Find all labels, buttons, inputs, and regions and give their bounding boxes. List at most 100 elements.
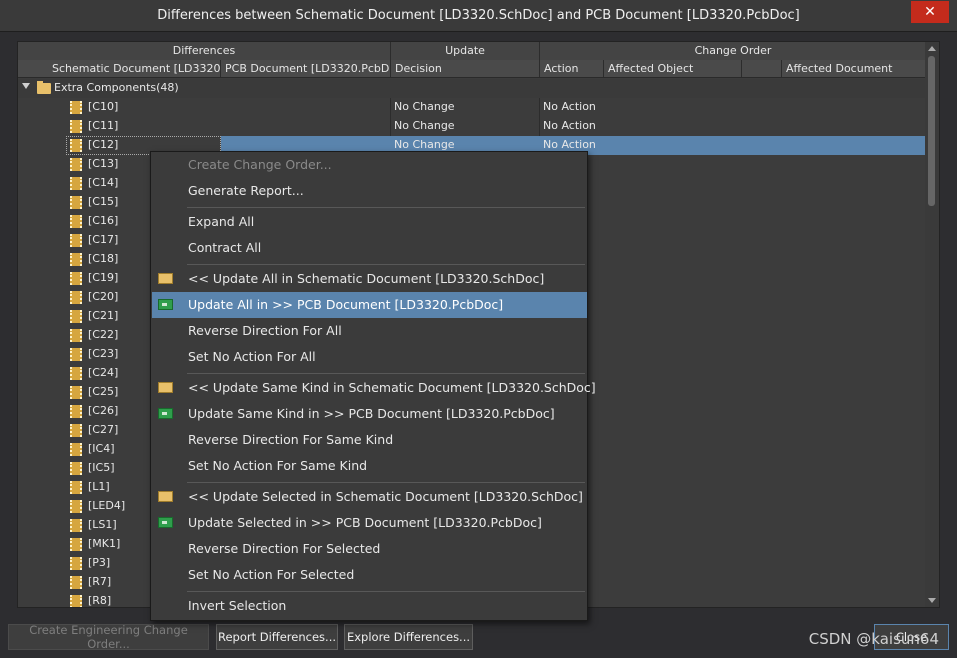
component-name: [LED4] [88, 499, 126, 512]
decision-cell[interactable]: No Change [394, 119, 455, 132]
column-pcb-document[interactable]: PCB Document [LD3320.PcbDoc] [221, 60, 391, 77]
action-cell: No Action [543, 119, 596, 132]
component-icon [70, 443, 82, 456]
report-differences-button[interactable]: Report Differences... [216, 624, 338, 650]
table-row[interactable]: [C10] No Change No Action [18, 98, 926, 117]
component-icon [70, 405, 82, 418]
menu-item-expand-all[interactable]: Expand All [152, 209, 587, 235]
component-icon [70, 234, 82, 247]
table-row[interactable]: [C11] No Change No Action [18, 117, 926, 136]
component-name: [C11] [88, 119, 119, 132]
collapse-triangle-icon[interactable] [22, 83, 30, 89]
header-row-sub: Schematic Document [LD3320.... PCB Docum… [18, 60, 926, 78]
menu-item-contract-all[interactable]: Contract All [152, 235, 587, 261]
menu-item-update-all-schematic[interactable]: << Update All in Schematic Document [LD3… [152, 266, 587, 292]
menu-item-update-same-kind-schematic[interactable]: << Update Same Kind in Schematic Documen… [152, 375, 596, 401]
scroll-up-icon[interactable] [928, 46, 936, 51]
header-update: Update [391, 42, 540, 60]
component-name: [MK1] [88, 537, 121, 550]
menu-item-no-action-selected[interactable]: Set No Action For Selected [152, 562, 587, 588]
create-eco-button[interactable]: Create Engineering Change Order... [8, 623, 209, 651]
explore-differences-button[interactable]: Explore Differences... [344, 624, 473, 650]
component-name: [C17] [88, 233, 119, 246]
close-window-icon[interactable]: ✕ [911, 1, 949, 23]
component-icon [70, 538, 82, 551]
dialog-title: Differences between Schematic Document [… [157, 8, 800, 23]
header-differences: Differences [18, 42, 391, 60]
component-name: [IC4] [88, 442, 115, 455]
column-action[interactable]: Action [540, 60, 604, 77]
menu-item-reverse-direction-all[interactable]: Reverse Direction For All [152, 318, 587, 344]
menu-item-label: Update All in >> PCB Document [LD3320.Pc… [188, 297, 504, 312]
scrollbar-thumb[interactable] [928, 56, 935, 206]
menu-item-invert-selection[interactable]: Invert Selection [152, 593, 587, 619]
decision-cell[interactable]: No Change [394, 100, 455, 113]
component-name: [C24] [88, 366, 119, 379]
menu-separator [187, 591, 585, 592]
menu-item-update-selected-pcb[interactable]: Update Selected in >> PCB Document [LD33… [152, 510, 587, 536]
header-change-order: Change Order [694, 44, 772, 57]
component-name: [IC5] [88, 461, 115, 474]
component-name: [C12] [88, 138, 119, 151]
menu-item-reverse-direction-selected[interactable]: Reverse Direction For Selected [152, 536, 587, 562]
component-icon [70, 291, 82, 304]
component-icon [70, 253, 82, 266]
component-icon [70, 386, 82, 399]
header-row-top: Differences Update Change Order [18, 42, 926, 60]
component-name: [C20] [88, 290, 119, 303]
component-icon [70, 481, 82, 494]
component-icon [70, 576, 82, 589]
component-icon [70, 500, 82, 513]
component-icon [70, 177, 82, 190]
menu-item-reverse-direction-same-kind[interactable]: Reverse Direction For Same Kind [152, 427, 587, 453]
component-icon [70, 348, 82, 361]
column-affected-document[interactable]: Affected Document [782, 60, 926, 77]
component-name: [C14] [88, 176, 119, 189]
component-icon [70, 215, 82, 228]
folder-icon [37, 81, 51, 94]
component-icon [70, 424, 82, 437]
component-name: [C27] [88, 423, 119, 436]
component-name: [P3] [88, 556, 111, 569]
menu-item-label: << Update Same Kind in Schematic Documen… [188, 380, 596, 395]
component-icon [70, 120, 82, 133]
column-spacer [742, 60, 782, 77]
scroll-down-icon[interactable] [928, 598, 936, 603]
component-icon [70, 329, 82, 342]
column-schematic-document[interactable]: Schematic Document [LD3320.... [18, 60, 221, 77]
component-name: [C10] [88, 100, 119, 113]
menu-item-generate-report[interactable]: Generate Report... [152, 178, 587, 204]
menu-item-update-selected-schematic[interactable]: << Update Selected in Schematic Document… [152, 484, 587, 510]
menu-item-label: << Update Selected in Schematic Document… [188, 489, 583, 504]
schematic-document-icon [158, 273, 173, 284]
menu-separator [187, 373, 585, 374]
menu-separator [187, 264, 585, 265]
component-name: [L1] [88, 480, 110, 493]
decision-cell[interactable]: No Change [394, 138, 455, 151]
menu-item-no-action-all[interactable]: Set No Action For All [152, 344, 587, 370]
menu-item-no-action-same-kind[interactable]: Set No Action For Same Kind [152, 453, 587, 479]
component-icon [70, 367, 82, 380]
menu-item-label: Update Same Kind in >> PCB Document [LD3… [188, 406, 555, 421]
context-menu: Create Change Order... Generate Report..… [150, 151, 596, 621]
component-name: [C13] [88, 157, 119, 170]
menu-separator [187, 207, 585, 208]
pcb-document-icon [158, 408, 173, 419]
vertical-scrollbar[interactable] [925, 42, 939, 607]
column-affected-object[interactable]: Affected Object [604, 60, 742, 77]
component-name: [C26] [88, 404, 119, 417]
component-icon [70, 158, 82, 171]
component-icon [70, 101, 82, 114]
menu-item-update-all-pcb[interactable]: Update All in >> PCB Document [LD3320.Pc… [152, 292, 587, 318]
group-row-extra-components[interactable]: Extra Components(48) [18, 79, 926, 98]
column-decision[interactable]: Decision [391, 60, 540, 77]
menu-item-update-same-kind-pcb[interactable]: Update Same Kind in >> PCB Document [LD3… [152, 401, 587, 427]
menu-item-create-change-order[interactable]: Create Change Order... [152, 152, 587, 178]
pcb-document-icon [158, 299, 173, 310]
component-icon [70, 557, 82, 570]
component-name: [R8] [88, 594, 112, 607]
schematic-document-icon [158, 382, 173, 393]
menu-item-label: Update Selected in >> PCB Document [LD33… [188, 515, 542, 530]
menu-item-label: << Update All in Schematic Document [LD3… [188, 271, 545, 286]
component-name: [C21] [88, 309, 119, 322]
